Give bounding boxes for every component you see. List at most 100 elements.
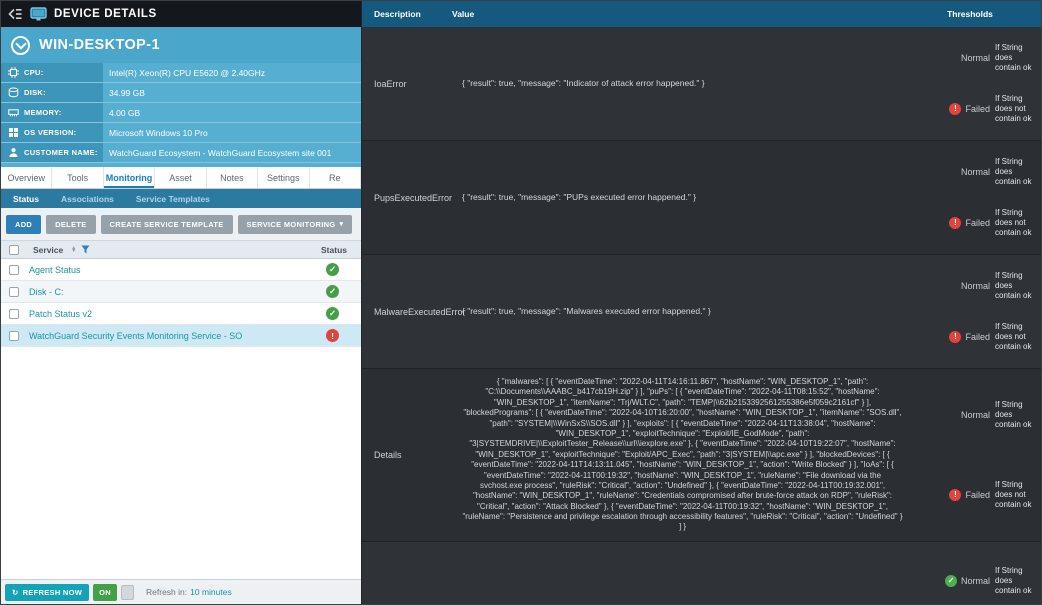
monitor-row-malwareexecutederror: MalwareExecutedError { "result": true, "… — [362, 255, 1041, 369]
column-header-value: Value — [452, 9, 913, 19]
threshold-normal: Normal If String does contain ok — [913, 400, 1037, 430]
service-row-patch-status[interactable]: Patch Status v2 ✓ — [1, 303, 361, 325]
monitor-row-details: Details { "malwares": [ { "eventDateTime… — [362, 369, 1041, 542]
device-collapse-chevron-icon[interactable] — [11, 36, 30, 55]
sort-icon[interactable]: ▲ ▼ — [71, 247, 76, 253]
service-link[interactable]: Agent Status — [29, 265, 81, 275]
service-link[interactable]: Patch Status v2 — [29, 309, 92, 319]
tab-tools[interactable]: Tools — [52, 167, 103, 188]
device-info-row-os: OS VERSION: Microsoft Windows 10 Pro — [1, 123, 361, 143]
row-checkbox[interactable] — [9, 331, 19, 341]
sort-desc-icon: ▼ — [71, 250, 76, 253]
row-checkbox[interactable] — [9, 309, 19, 319]
device-header: WIN-DESKTOP-1 — [1, 27, 361, 63]
threshold-failed: ! Failed If String does not contain ok — [913, 322, 1037, 352]
device-info-row-customer: CUSTOMER NAME: WatchGuard Ecosystem - Wa… — [1, 143, 361, 163]
monitor-row-pupsexecutederror: PupsExecutedError { "result": true, "mes… — [362, 141, 1041, 255]
status-ok-icon: ✓ — [326, 285, 339, 298]
monitor-value: { "result": true, "message": "Malwares e… — [452, 298, 913, 325]
service-monitoring-dropdown[interactable]: SERVICE MONITORING ▾ — [238, 215, 353, 234]
service-row-disk-c[interactable]: Disk - C: ✓ — [1, 281, 361, 303]
auto-refresh-on-toggle[interactable]: ON — [93, 584, 117, 601]
service-link[interactable]: Disk - C: — [29, 287, 64, 297]
threshold-normal-condition: If String does contain ok — [995, 271, 1037, 301]
threshold-normal: Normal If String does contain ok — [913, 157, 1037, 187]
subtab-service-templates[interactable]: Service Templates — [136, 194, 210, 204]
column-header-status: Status — [321, 245, 347, 255]
tab-settings[interactable]: Settings — [258, 167, 309, 188]
monitor-description: PupsExecutedError — [362, 193, 452, 203]
device-info-row-cpu: CPU: Intel(R) Xeon(R) CPU E5620 @ 2.40GH… — [1, 63, 361, 83]
top-header: DEVICE DETAILS — [1, 1, 361, 27]
monitor-value: ok — [452, 600, 913, 604]
monitor-value: { "malwares": [ { "eventDateTime": "2022… — [452, 369, 913, 541]
threshold-normal-condition: If String does contain ok — [995, 400, 1037, 430]
refresh-countdown: Refresh in:10 minutes — [146, 587, 232, 597]
os-windows-icon — [8, 127, 19, 138]
monitor-table-header: Description Value Thresholds — [362, 1, 1041, 27]
monitor-thresholds: Normal If String does contain ok ! Faile… — [913, 255, 1041, 368]
row-checkbox[interactable] — [9, 265, 19, 275]
threshold-normal-label: Normal — [961, 53, 990, 63]
threshold-failed: ! Failed If String does not contain ok — [913, 480, 1037, 510]
monitoring-subtabs: Status Associations Service Templates — [1, 189, 361, 208]
subtab-associations[interactable]: Associations — [61, 194, 114, 204]
threshold-normal-label: Normal — [961, 410, 990, 420]
service-monitoring-label: SERVICE MONITORING — [247, 220, 336, 229]
threshold-normal: Normal If String does contain ok — [913, 43, 1037, 73]
tab-overview[interactable]: Overview — [1, 167, 52, 188]
service-toolbar: ADD DELETE CREATE SERVICE TEMPLATE SERVI… — [1, 208, 361, 240]
chevron-down-icon: ▾ — [339, 221, 343, 228]
status-ok-icon: ✓ — [326, 263, 339, 276]
tab-notes[interactable]: Notes — [207, 167, 258, 188]
info-value-memory: 4.00 GB — [103, 103, 361, 122]
disk-icon — [8, 87, 19, 98]
threshold-normal-label: Normal — [961, 576, 990, 586]
monitor-description: Details — [362, 450, 452, 460]
service-link[interactable]: WatchGuard Security Events Monitoring Se… — [29, 331, 242, 341]
info-value-disk: 34.99 GB — [103, 83, 361, 102]
tab-monitoring[interactable]: Monitoring — [104, 167, 155, 188]
threshold-failed-label: Failed — [965, 104, 990, 114]
device-name: WIN-DESKTOP-1 — [39, 37, 160, 53]
column-header-thresholds: Thresholds — [913, 9, 1041, 19]
threshold-normal-condition: If String does contain ok — [995, 43, 1037, 73]
monitor-description: MalwareExecutedError — [362, 307, 452, 317]
refresh-now-label: REFRESH NOW — [23, 588, 83, 597]
auto-refresh-off-toggle[interactable] — [121, 585, 134, 600]
info-value-customer-name: WatchGuard Ecosystem - WatchGuard Ecosys… — [103, 143, 361, 162]
monitor-thresholds: Normal If String does contain ok ! Faile… — [913, 141, 1041, 254]
threshold-failed: ! Failed If String does not contain ok — [913, 208, 1037, 238]
row-checkbox[interactable] — [9, 287, 19, 297]
threshold-normal-condition: If String does contain ok — [995, 157, 1037, 187]
threshold-normal: ✓ Normal If String does contain ok — [913, 566, 1037, 596]
monitor-description: IoaError — [362, 79, 452, 89]
select-all-checkbox[interactable] — [9, 245, 19, 255]
info-label-cpu: CPU: — [24, 68, 44, 77]
filter-funnel-icon[interactable] — [81, 245, 90, 254]
threshold-failed-icon: ! — [949, 103, 961, 115]
refresh-in-label: Refresh in: — [146, 587, 187, 597]
info-label-customer-name: CUSTOMER NAME: — [24, 148, 98, 157]
collapse-sidebar-icon[interactable] — [7, 8, 22, 20]
create-service-template-button[interactable]: CREATE SERVICE TEMPLATE — [101, 215, 233, 234]
tab-reports[interactable]: Re — [310, 167, 361, 188]
add-button[interactable]: ADD — [6, 215, 41, 234]
empty-area — [1, 347, 361, 579]
service-row-agent-status[interactable]: Agent Status ✓ — [1, 259, 361, 281]
threshold-normal-icon: ✓ — [945, 575, 957, 587]
info-label-disk: DISK: — [24, 88, 46, 97]
threshold-failed-icon: ! — [949, 331, 961, 343]
delete-button[interactable]: DELETE — [46, 215, 95, 234]
threshold-failed-condition: If String does not contain ok — [995, 94, 1037, 124]
device-monitor-icon — [29, 6, 47, 22]
subtab-status[interactable]: Status — [13, 194, 39, 204]
refresh-now-button[interactable]: ↻ REFRESH NOW — [5, 584, 89, 601]
monitor-thresholds: Normal If String does contain ok ! Faile… — [913, 369, 1041, 541]
tab-asset[interactable]: Asset — [155, 167, 206, 188]
monitor-row-pendingrestarterror: PendingRestartError ok ✓ Normal If Strin… — [362, 542, 1041, 604]
threshold-failed-condition: If String does not contain ok — [995, 322, 1037, 352]
service-row-watchguard[interactable]: WatchGuard Security Events Monitoring Se… — [1, 325, 361, 347]
device-details-window: DEVICE DETAILS WIN-DESKTOP-1 CPU: Intel(… — [0, 0, 1042, 605]
threshold-failed-icon: ! — [949, 217, 961, 229]
